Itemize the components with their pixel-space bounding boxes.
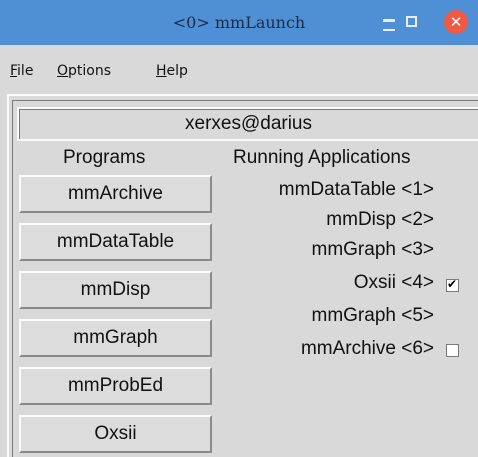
program-button-mmarchive[interactable]: mmArchive <box>19 175 212 213</box>
menu-options[interactable]: Options <box>57 63 111 79</box>
menu-file-label: ile <box>17 63 34 79</box>
running-app-checkbox-mmarchive[interactable] <box>446 344 459 357</box>
menu-options-mnemonic: O <box>57 63 69 79</box>
program-button-oxsii[interactable]: Oxsii <box>19 415 212 453</box>
menu-options-label: ptions <box>68 63 112 79</box>
menu-help[interactable]: Help <box>156 63 188 79</box>
running-applications-header: Running Applications <box>233 147 411 168</box>
host-label: xerxes@darius <box>17 107 478 141</box>
menu-bar: File Options Help <box>0 45 478 93</box>
menu-help-mnemonic: H <box>156 63 167 79</box>
running-app-label[interactable]: mmDataTable <1> <box>279 178 434 202</box>
close-icon[interactable]: ✕ <box>444 10 468 34</box>
program-button-mmdisp[interactable]: mmDisp <box>19 271 212 309</box>
running-app-label[interactable]: mmGraph <3> <box>312 238 435 262</box>
program-button-mmdatatable[interactable]: mmDataTable <box>19 223 212 261</box>
title-bar: <0> mmLaunch ✕ <box>0 0 478 45</box>
maximize-icon[interactable] <box>406 16 417 27</box>
running-app-checkbox-oxsii[interactable] <box>446 277 459 292</box>
menu-file[interactable]: File <box>10 63 33 79</box>
running-app-label[interactable]: mmDisp <2> <box>326 208 434 232</box>
running-app-label[interactable]: Oxsii <4> <box>354 271 434 295</box>
program-button-mmprobed[interactable]: mmProbEd <box>19 367 212 405</box>
running-app-label[interactable]: mmArchive <6> <box>301 337 434 361</box>
programs-header: Programs <box>63 147 146 168</box>
running-app-label[interactable]: mmGraph <5> <box>312 304 435 328</box>
minimize-icon[interactable] <box>383 19 395 31</box>
menu-file-mnemonic: F <box>10 63 18 79</box>
menu-help-label: elp <box>166 63 188 79</box>
program-button-mmgraph[interactable]: mmGraph <box>19 319 212 357</box>
